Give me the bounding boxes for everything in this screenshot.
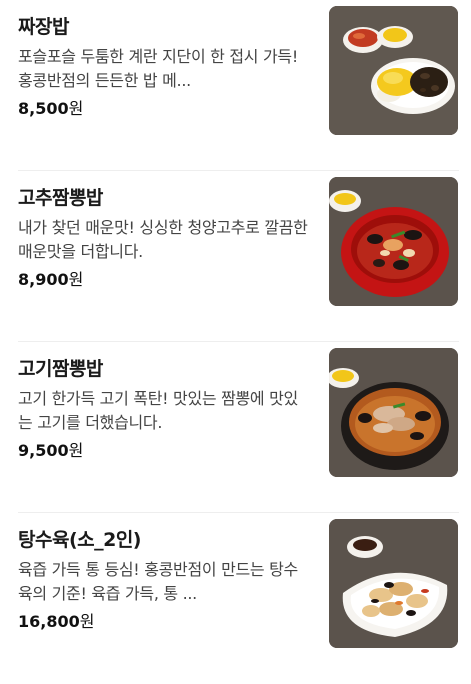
price-currency: 원: [79, 612, 95, 631]
menu-item-description: 고기 한가득 고기 폭탄! 맛있는 짬뽕에 맛있는 고기를 더했습니다.: [18, 389, 298, 432]
menu-item-gochu-jjamppong-rice[interactable]: 고추짬뽕밥 내가 찾던 매운맛! 싱싱한 청양고추로 깔끔한 매운맛을 더합니다…: [0, 171, 471, 342]
menu-item-text: 고기짬뽕밥 고기 한가득 고기 폭탄! 맛있는 짬뽕에 맛있는 고기를 더했습니…: [18, 355, 310, 462]
menu-item-name: 짜장밥: [18, 16, 69, 38]
price-value: 16,800: [18, 612, 80, 631]
menu-item-name: 고기짬뽕밥: [18, 358, 103, 380]
gogi-jjamppong-rice-photo[interactable]: [329, 348, 458, 477]
menu-item-name: 탕수육(소_2인): [18, 529, 142, 551]
menu-item-text: 탕수육(소_2인) 육즙 가득 통 등심! 홍콩반점이 만드는 탕수육의 기준!…: [18, 526, 310, 633]
menu-item-text: 짜장밥 포슬포슬 두툼한 계란 지단이 한 접시 가득! 홍콩반점의 든든한 밥…: [18, 13, 310, 120]
menu-item-description: 육즙 가득 통 등심! 홍콩반점이 만드는 탕수육의 기준! 육즙 가득, 통 …: [18, 560, 298, 603]
menu-item-text: 고추짬뽕밥 내가 찾던 매운맛! 싱싱한 청양고추로 깔끔한 매운맛을 더합니다…: [18, 184, 310, 291]
price-value: 8,900: [18, 270, 69, 289]
menu-item-price: 9,500원: [18, 440, 310, 462]
jjajang-rice-photo[interactable]: [329, 6, 458, 135]
menu-item-name: 고추짬뽕밥: [18, 187, 103, 209]
menu-item-description: 포슬포슬 두툼한 계란 지단이 한 접시 가득! 홍콩반점의 든든한 밥 메..…: [18, 47, 298, 90]
menu-item-price: 8,900원: [18, 269, 310, 291]
menu-item-price: 16,800원: [18, 611, 310, 633]
price-currency: 원: [68, 99, 84, 118]
tangsuyuk-photo[interactable]: [329, 519, 458, 648]
menu-list: 짜장밥 포슬포슬 두툼한 계란 지단이 한 접시 가득! 홍콩반점의 든든한 밥…: [0, 0, 471, 654]
menu-item-tangsuyuk[interactable]: 탕수육(소_2인) 육즙 가득 통 등심! 홍콩반점이 만드는 탕수육의 기준!…: [0, 513, 471, 684]
gochu-jjamppong-rice-photo[interactable]: [329, 177, 458, 306]
menu-item-jjajang-rice[interactable]: 짜장밥 포슬포슬 두툼한 계란 지단이 한 접시 가득! 홍콩반점의 든든한 밥…: [0, 0, 471, 171]
price-currency: 원: [68, 441, 84, 460]
menu-item-description: 내가 찾던 매운맛! 싱싱한 청양고추로 깔끔한 매운맛을 더합니다.: [18, 218, 308, 261]
price-currency: 원: [68, 270, 84, 289]
menu-item-price: 8,500원: [18, 98, 310, 120]
menu-item-gogi-jjamppong-rice[interactable]: 고기짬뽕밥 고기 한가득 고기 폭탄! 맛있는 짬뽕에 맛있는 고기를 더했습니…: [0, 342, 471, 513]
price-value: 8,500: [18, 99, 69, 118]
price-value: 9,500: [18, 441, 69, 460]
